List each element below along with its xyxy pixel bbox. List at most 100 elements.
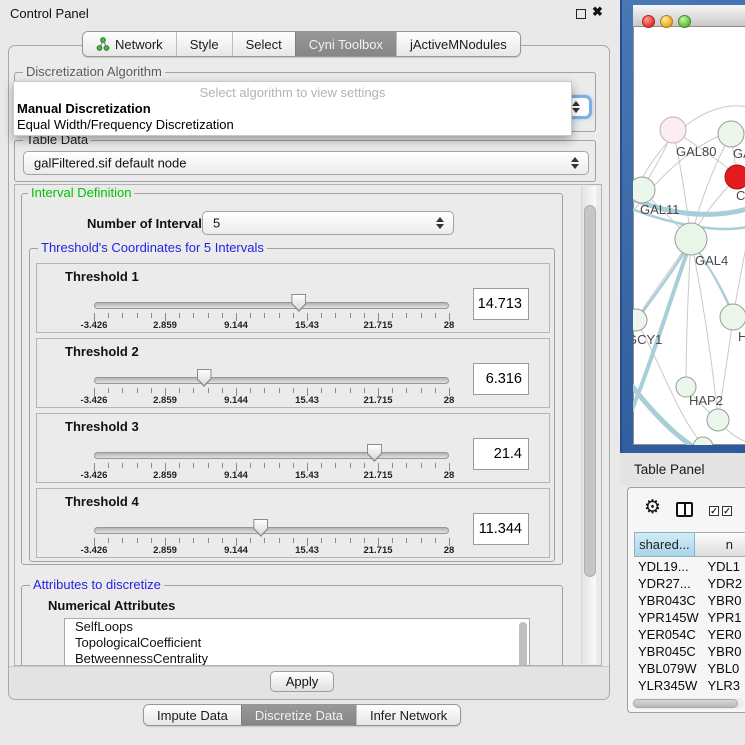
scrollpane-scrollbar-track[interactable] xyxy=(581,186,596,664)
zoom-traffic-light-icon[interactable] xyxy=(678,15,691,28)
cell-shared-name: YPR145W xyxy=(634,609,703,626)
slider-tick xyxy=(364,538,365,543)
tab-cyni-toolbox[interactable]: Cyni Toolbox xyxy=(295,32,396,56)
float-window-icon[interactable] xyxy=(576,9,586,19)
table-row[interactable]: YER054CYER0 xyxy=(634,626,745,643)
network-node[interactable] xyxy=(675,223,707,255)
network-node[interactable] xyxy=(633,309,647,331)
table-hscrollbar-track[interactable] xyxy=(632,698,744,709)
threshold-label: Threshold 1 xyxy=(65,269,139,284)
tab-label: Select xyxy=(246,37,282,52)
slider-tick xyxy=(208,388,209,393)
slider-tick xyxy=(179,388,180,393)
cell-shared-name: YDL19... xyxy=(634,558,703,575)
network-node-label: GAL4 xyxy=(695,253,728,268)
network-node[interactable] xyxy=(707,409,729,431)
network-node[interactable] xyxy=(693,437,713,445)
network-node[interactable] xyxy=(633,177,655,203)
attribute-item[interactable]: TopologicalCoefficient xyxy=(65,635,529,651)
slider-tick xyxy=(264,313,265,318)
tab-style[interactable]: Style xyxy=(176,32,232,56)
column-header-shared[interactable]: shared... xyxy=(634,532,695,557)
slider-tick xyxy=(222,538,223,543)
checkbox-icon[interactable]: ✓ xyxy=(722,506,732,516)
slider-tick xyxy=(137,388,138,393)
threshold-value-field[interactable] xyxy=(473,363,529,395)
scrollpane-scrollbar-thumb[interactable] xyxy=(584,205,596,577)
tab-select[interactable]: Select xyxy=(232,32,295,56)
minimize-traffic-light-icon[interactable] xyxy=(660,15,673,28)
network-node[interactable] xyxy=(720,304,745,330)
threshold-label: Threshold 3 xyxy=(65,419,139,434)
slider-track[interactable] xyxy=(94,302,449,309)
network-node[interactable] xyxy=(660,117,686,143)
slider-tick xyxy=(279,538,280,543)
table-row[interactable]: YBR043CYBR0 xyxy=(634,592,745,609)
threshold-value-field[interactable] xyxy=(473,438,529,470)
attributes-scrollbar[interactable] xyxy=(519,622,527,666)
slider-tick xyxy=(350,463,351,468)
slider-tick xyxy=(137,538,138,543)
close-icon[interactable]: ✖ xyxy=(592,4,603,20)
slider-tick xyxy=(250,463,251,468)
network-node[interactable] xyxy=(718,121,744,147)
slider-tick xyxy=(179,538,180,543)
slider-tick-label: 28 xyxy=(444,320,455,331)
table-row[interactable]: YDR27...YDR2 xyxy=(634,575,745,592)
slider-tick xyxy=(222,463,223,468)
tab-discretize-data[interactable]: Discretize Data xyxy=(241,705,356,725)
columns-icon[interactable] xyxy=(676,502,693,517)
slider-tick xyxy=(421,388,422,393)
network-icon xyxy=(96,37,110,51)
threshold-value-field[interactable] xyxy=(473,288,529,320)
slider-tick-label: 21.715 xyxy=(363,545,392,556)
network-node[interactable] xyxy=(725,165,745,189)
slider-thumb[interactable] xyxy=(367,444,382,462)
slider-tick xyxy=(364,388,365,393)
slider-track[interactable] xyxy=(94,377,449,384)
cell-name: YBR0 xyxy=(703,592,745,609)
discretization-algorithm-label: Discretization Algorithm xyxy=(23,65,165,79)
table-row[interactable]: YBL079WYBL0 xyxy=(634,660,745,677)
checkbox-icon[interactable]: ✓ xyxy=(709,506,719,516)
table-row[interactable]: YBR045CYBR0 xyxy=(634,643,745,660)
slider-tick xyxy=(264,388,265,393)
network-canvas[interactable]: GAL80GACGAL11GAL4GCY1HHAP2 xyxy=(633,27,745,445)
attribute-item[interactable]: BetweennessCentrality xyxy=(65,651,529,666)
tab-infer-network[interactable]: Infer Network xyxy=(356,705,460,725)
threshold-panel: Threshold 1-3.4262.8599.14415.4321.71528 xyxy=(36,263,550,333)
table-row[interactable]: YPR145WYPR1 xyxy=(634,609,745,626)
slider-thumb[interactable] xyxy=(291,294,306,312)
table-data-combobox-value: galFiltered.sif default node xyxy=(34,156,186,171)
threshold-panel: Threshold 2-3.4262.8599.14415.4321.71528 xyxy=(36,338,550,408)
number-of-intervals-spinner[interactable]: 5 xyxy=(202,211,454,235)
popup-option[interactable]: Equal Width/Frequency Discretization xyxy=(14,117,571,133)
table-row[interactable]: YIL052CYIL0 xyxy=(634,694,745,696)
slider-tick xyxy=(406,313,407,318)
slider-track[interactable] xyxy=(94,527,449,534)
popup-option[interactable]: Manual Discretization xyxy=(14,101,571,117)
apply-button[interactable]: Apply xyxy=(270,671,334,692)
algorithm-popup: Select algorithm to view settings Manual… xyxy=(13,81,572,136)
table-data-combobox[interactable]: galFiltered.sif default node xyxy=(23,151,589,175)
slider-tick-label: 9.144 xyxy=(224,545,248,556)
table-row[interactable]: YDL19...YDL1 xyxy=(634,558,745,575)
numerical-attributes-list[interactable]: SelfLoopsTopologicalCoefficientBetweenne… xyxy=(64,618,530,666)
slider-tick-label: 9.144 xyxy=(224,470,248,481)
threshold-value-field[interactable] xyxy=(473,513,529,545)
slider-tick xyxy=(279,463,280,468)
tab-jactivemnodules[interactable]: jActiveMNodules xyxy=(396,32,520,56)
slider-track[interactable] xyxy=(94,452,449,459)
tab-impute-data[interactable]: Impute Data xyxy=(144,705,241,725)
slider-thumb[interactable] xyxy=(253,519,268,537)
column-header-name[interactable]: n xyxy=(695,532,745,557)
close-traffic-light-icon[interactable] xyxy=(642,15,655,28)
gear-icon[interactable]: ⚙ xyxy=(644,498,661,517)
table-row[interactable]: YLR345WYLR3 xyxy=(634,677,745,694)
slider-thumb[interactable] xyxy=(197,369,212,387)
bottom-tab-bar: Impute DataDiscretize DataInfer Network xyxy=(143,704,461,726)
slider-tick xyxy=(435,313,436,318)
attribute-item[interactable]: SelfLoops xyxy=(65,619,529,635)
tab-network[interactable]: Network xyxy=(83,32,176,56)
table-hscrollbar-thumb[interactable] xyxy=(633,699,738,708)
